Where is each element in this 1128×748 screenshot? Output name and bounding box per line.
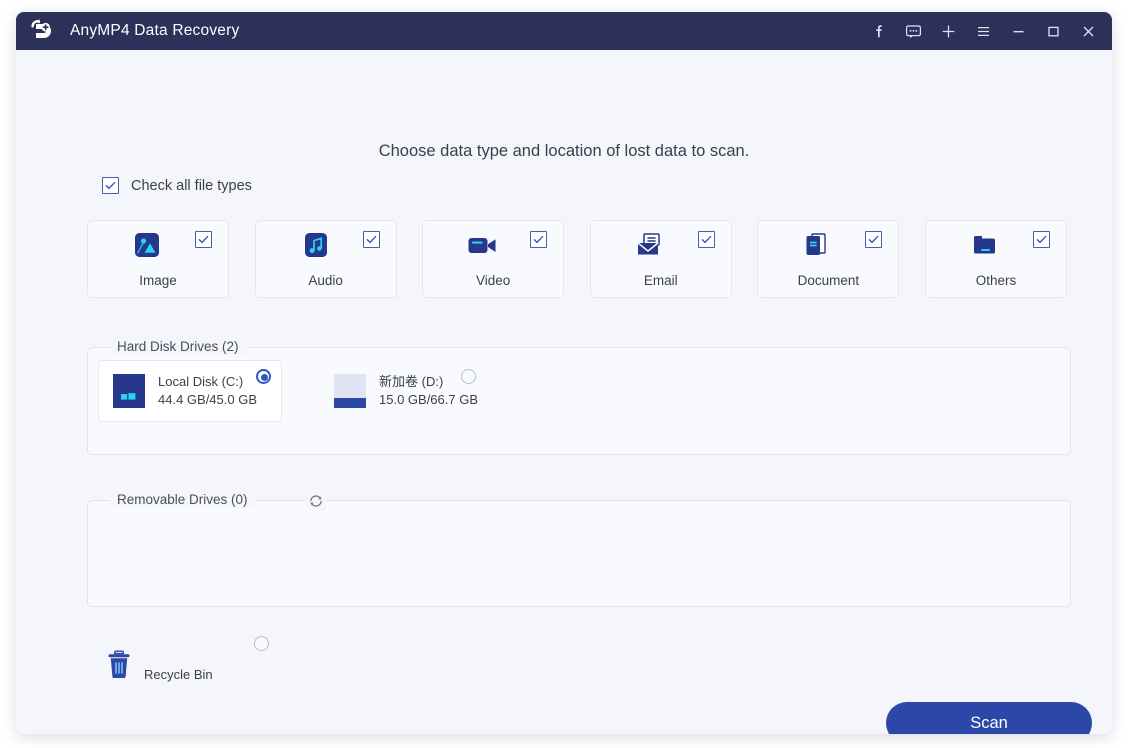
local-drive-icon	[332, 372, 368, 410]
file-type-checkbox-document[interactable]	[865, 231, 883, 248]
windows-drive-icon	[111, 372, 147, 410]
hard-disk-drives-title: Hard Disk Drives (2)	[110, 339, 246, 354]
add-plus-icon[interactable]	[931, 12, 966, 50]
drive-size: 44.4 GB/45.0 GB	[158, 392, 258, 407]
video-icon	[466, 231, 498, 261]
maximize-icon[interactable]	[1036, 12, 1071, 50]
file-type-card-audio[interactable]: Audio	[254, 220, 397, 298]
check-all-checkbox[interactable]	[102, 177, 119, 194]
check-all-file-types-row[interactable]: Check all file types	[102, 177, 252, 194]
file-type-label: Image	[139, 273, 177, 288]
file-type-card-email[interactable]: Email	[589, 220, 732, 298]
facebook-icon[interactable]	[861, 12, 896, 50]
page-title: Choose data type and location of lost da…	[378, 142, 750, 160]
recycle-bin-icon	[106, 648, 132, 685]
drive-name: Local Disk (C:)	[158, 374, 244, 389]
drive-radio-local-disk-c[interactable]	[256, 369, 271, 384]
recycle-bin-radio[interactable]	[254, 636, 269, 651]
drive-size: 15.0 GB/66.7 GB	[379, 392, 479, 407]
file-type-card-image[interactable]: Image	[87, 220, 229, 298]
document-icon	[801, 231, 833, 261]
drive-item-local-disk-c[interactable]: Local Disk (C:) 44.4 GB/45.0 GB	[98, 360, 282, 422]
file-type-checkbox-audio[interactable]	[362, 231, 380, 248]
recycle-bin-label: Recycle Bin	[144, 667, 213, 682]
app-window: AnyMP4 Data Recovery Choose data type an…	[16, 12, 1112, 734]
file-type-checkbox-video[interactable]	[530, 231, 548, 248]
file-type-card-document[interactable]: Document	[757, 220, 900, 298]
email-icon	[634, 231, 666, 261]
file-type-label: Email	[643, 273, 678, 288]
app-title: AnyMP4 Data Recovery	[70, 22, 240, 39]
file-type-card-others[interactable]: Others	[924, 220, 1067, 298]
file-type-label: Audio	[308, 273, 343, 288]
recycle-bin-item[interactable]: Recycle Bin	[106, 648, 213, 685]
removable-drives-group: Removable Drives (0)	[87, 491, 1071, 607]
drive-item-new-volume-d[interactable]: 新加卷 (D:) 15.0 GB/66.7 GB	[320, 360, 478, 422]
file-type-checkbox-image[interactable]	[195, 231, 212, 248]
file-type-card-video[interactable]: Video	[422, 220, 565, 298]
minimize-icon[interactable]	[1001, 12, 1036, 50]
removable-drives-title: Removable Drives (0)	[110, 492, 255, 507]
file-type-label: Others	[975, 273, 1017, 288]
title-bar: AnyMP4 Data Recovery	[16, 12, 1112, 50]
close-icon[interactable]	[1071, 12, 1106, 50]
main-content: Choose data type and location of lost da…	[16, 50, 1112, 734]
file-type-label: Video	[476, 273, 511, 288]
refresh-icon[interactable]	[306, 491, 326, 511]
drive-info: Local Disk (C:) 44.4 GB/45.0 GB	[158, 373, 257, 409]
data-recovery-logo-icon	[28, 17, 56, 45]
file-type-checkbox-others[interactable]	[1032, 231, 1050, 248]
file-type-checkbox-email[interactable]	[697, 231, 715, 248]
file-type-label: Document	[797, 273, 860, 288]
audio-icon	[299, 231, 331, 261]
file-type-card-list: Image Audio Video Email Document Others	[87, 220, 1067, 298]
image-icon	[131, 231, 163, 261]
hamburger-menu-icon[interactable]	[966, 12, 1001, 50]
check-all-label: Check all file types	[131, 177, 252, 194]
others-folder-icon	[969, 231, 1001, 261]
scan-button[interactable]: Scan	[886, 702, 1092, 734]
drive-radio-new-volume-d[interactable]	[461, 369, 476, 384]
feedback-chat-icon[interactable]	[896, 12, 931, 50]
hard-disk-drives-group: Hard Disk Drives (2) Local Disk (C:) 44.…	[87, 339, 1071, 455]
window-controls	[861, 12, 1106, 50]
